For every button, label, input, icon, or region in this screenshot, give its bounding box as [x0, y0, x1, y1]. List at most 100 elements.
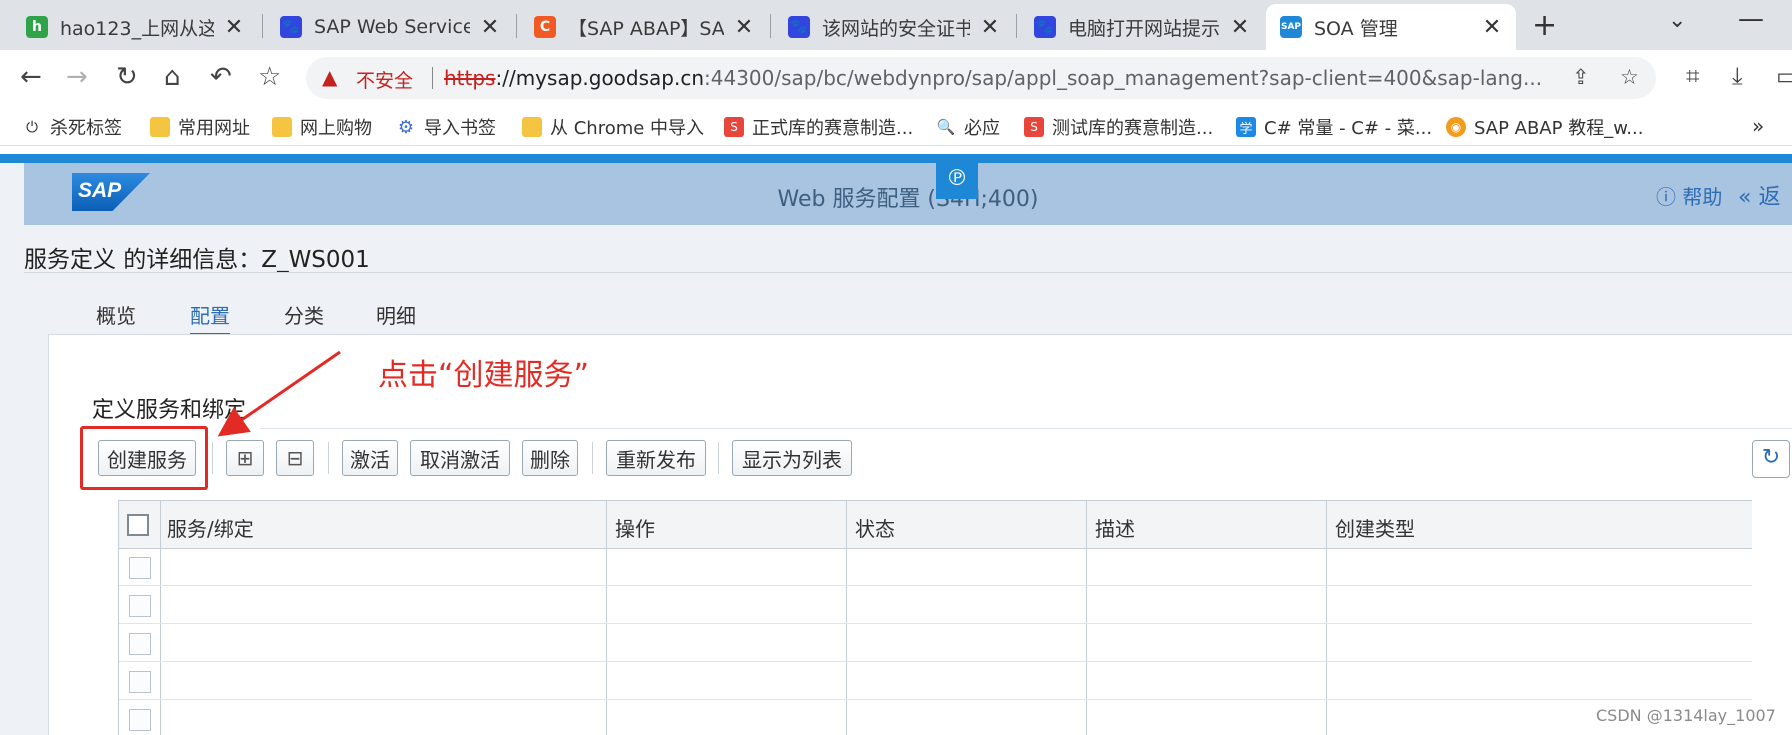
table-row[interactable]	[119, 701, 1752, 735]
floating-p-icon[interactable]: ℗	[936, 163, 978, 199]
learn-icon: 学	[1236, 117, 1256, 137]
url-text[interactable]: https://mysap.goodsap.cn:44300/sap/bc/we…	[444, 66, 1544, 90]
url-divider	[432, 67, 433, 89]
back-label: 返	[1758, 185, 1781, 210]
section-title: 定义服务和绑定	[92, 398, 247, 423]
bookmark-item[interactable]: S 测试库的赛意制造...	[1024, 114, 1213, 140]
tab-details[interactable]: 明细	[376, 300, 416, 329]
address-bar[interactable]: ▲ 不安全 https://mysap.goodsap.cn:44300/sap…	[306, 57, 1656, 99]
row-checkbox[interactable]	[129, 595, 151, 617]
bookmarks-bar: ⏻ 杀死标签 常用网址 网上购物 ⚙ 导入书签 从 Chrome 中导入 S 正式库的…	[0, 106, 1792, 146]
reload-icon[interactable]: ↻	[116, 62, 138, 92]
close-icon[interactable]: ✕	[480, 15, 500, 40]
bookmark-item[interactable]: 网上购物	[272, 114, 372, 140]
baidu-paw-icon: 🐾	[280, 16, 302, 38]
crop-icon[interactable]: ⌗	[1686, 62, 1700, 90]
warning-icon[interactable]: ▲	[322, 65, 337, 89]
tab-label: 【SAP ABAP】SAP	[568, 17, 724, 40]
title-divider	[24, 272, 1792, 273]
browser-tab-sap-web-service[interactable]: 🐾 SAP Web Service ✕	[266, 4, 514, 50]
browser-tab-hao123[interactable]: h hao123_上网从这里 ✕	[12, 4, 258, 50]
table-row[interactable]	[119, 625, 1752, 662]
sap-top-bar	[0, 154, 1792, 163]
gear-icon: ⚙	[397, 116, 415, 138]
collapse-all-icon[interactable]: ⊟	[276, 440, 314, 476]
bookmark-item[interactable]: ◉ SAP ABAP 教程_w...	[1446, 114, 1643, 140]
share-icon[interactable]: ⇪	[1572, 65, 1590, 89]
download-icon[interactable]: ⤓	[1732, 62, 1743, 90]
sap-header: SAP Web 服务配置 (S4H;400) ℗ ⓘ 帮助 « 返	[24, 163, 1792, 225]
minimize-icon[interactable]: —	[1738, 4, 1764, 34]
refresh-icon[interactable]: ↻	[1752, 440, 1790, 478]
folder-icon	[522, 117, 542, 137]
chevron-down-icon[interactable]: ⌄	[1668, 8, 1686, 33]
activate-button[interactable]: 激活	[342, 440, 398, 476]
tab-classification[interactable]: 分类	[284, 300, 324, 329]
browser-tab-site-warning[interactable]: 🐾 电脑打开网站提示此 ✕	[1020, 4, 1264, 50]
back-link[interactable]: « 返	[1738, 179, 1780, 211]
tab-configuration[interactable]: 配置	[190, 300, 230, 335]
bookmark-star-icon[interactable]: ☆	[1620, 65, 1639, 89]
tab-divider	[516, 14, 517, 38]
sap-icon: SAP	[1280, 16, 1302, 38]
browser-tab-strip: h hao123_上网从这里 ✕ 🐾 SAP Web Service ✕ C 【…	[0, 0, 1792, 50]
bookmark-item[interactable]: S 正式库的赛意制造...	[724, 114, 913, 140]
url-path: :44300/sap/bc/webdynpro/sap/appl_soap_ma…	[704, 66, 1543, 90]
csdn-c-icon: C	[534, 16, 556, 38]
bookmark-item[interactable]: ⚙ 导入书签	[396, 114, 496, 140]
row-checkbox[interactable]	[129, 633, 151, 655]
bookmark-item[interactable]: 从 Chrome 中导入	[522, 114, 704, 140]
url-host: ://mysap.goodsap.cn	[495, 66, 705, 90]
republish-button[interactable]: 重新发布	[606, 440, 706, 476]
bookmark-label: 常用网址	[178, 118, 250, 139]
browser-toolbar: ← → ↻ ⌂ ↶ ☆ ▲ 不安全 https://mysap.goodsap.…	[0, 50, 1792, 106]
show-as-list-button[interactable]: 显示为列表	[732, 440, 852, 476]
new-tab-icon[interactable]: +	[1532, 8, 1557, 43]
more-bookmarks-icon[interactable]: »	[1752, 114, 1764, 138]
bookmark-label: SAP ABAP 教程_w...	[1474, 118, 1644, 139]
annotation-highlight-box	[80, 426, 208, 490]
browser-tab-sap-abap[interactable]: C 【SAP ABAP】SAP ✕	[520, 4, 768, 50]
delete-button[interactable]: 删除	[522, 440, 578, 476]
close-icon[interactable]: ✕	[980, 15, 1000, 40]
close-icon[interactable]: ✕	[1482, 15, 1502, 40]
toolbar-divider	[592, 442, 593, 474]
lion-icon: ◉	[1446, 117, 1466, 137]
tab-label: SOA 管理	[1314, 17, 1398, 40]
table-row[interactable]	[119, 549, 1752, 586]
tab-overview[interactable]: 概览	[96, 300, 136, 329]
toolbar-divider	[328, 442, 329, 474]
bookmark-label: 正式库的赛意制造...	[752, 118, 914, 139]
forward-arrow-icon[interactable]: →	[66, 62, 88, 92]
url-scheme: https	[444, 66, 496, 90]
bookmark-item[interactable]: ⏻ 杀死标签	[22, 114, 122, 140]
question-icon: ⓘ	[1656, 185, 1676, 209]
back-arrow-icon[interactable]: ←	[20, 62, 42, 92]
side-panel-icon[interactable]: ▭	[1776, 62, 1792, 90]
baidu-paw-icon: 🐾	[788, 16, 810, 38]
close-icon[interactable]: ✕	[734, 15, 754, 40]
baidu-paw-icon: 🐾	[1034, 16, 1056, 38]
home-icon[interactable]: ⌂	[164, 62, 181, 92]
close-icon[interactable]: ✕	[224, 15, 244, 40]
table-row[interactable]	[119, 587, 1752, 624]
tab-label: 该网站的安全证书有	[822, 17, 970, 40]
table-row[interactable]	[119, 663, 1752, 700]
deactivate-button[interactable]: 取消激活	[410, 440, 510, 476]
bookmark-item[interactable]: 🔍 必应	[936, 114, 1000, 140]
help-link[interactable]: ⓘ 帮助	[1656, 181, 1722, 210]
tab-label: SAP Web Service	[314, 16, 470, 38]
annotation-text: 点击“创建服务”	[378, 358, 590, 393]
bookmark-item[interactable]: 学 C# 常量 - C# - 菜...	[1236, 114, 1432, 140]
close-icon[interactable]: ✕	[1230, 15, 1250, 40]
security-label[interactable]: 不安全	[356, 66, 413, 93]
bookmark-item[interactable]: 常用网址	[150, 114, 250, 140]
row-checkbox[interactable]	[129, 671, 151, 693]
expand-all-icon[interactable]: ⊞	[226, 440, 264, 476]
row-checkbox[interactable]	[129, 709, 151, 731]
row-checkbox[interactable]	[129, 557, 151, 579]
browser-tab-soa-management[interactable]: SAP SOA 管理 ✕	[1266, 4, 1516, 50]
star-icon[interactable]: ☆	[258, 62, 281, 92]
undo-icon[interactable]: ↶	[210, 62, 232, 92]
browser-tab-certificate[interactable]: 🐾 该网站的安全证书有 ✕	[774, 4, 1014, 50]
